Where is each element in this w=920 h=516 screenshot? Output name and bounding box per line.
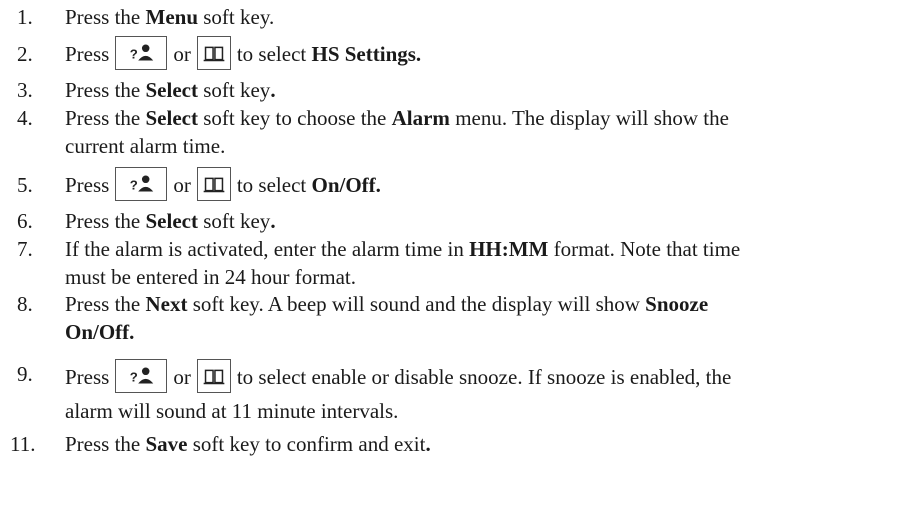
step-text: Press the Menu soft key. <box>65 5 275 29</box>
svg-text:?: ? <box>130 370 138 385</box>
step-text: Press? or to select HS Settings. <box>65 36 905 71</box>
step-text: Press the Save soft key to confirm and e… <box>65 432 431 456</box>
step-text: If the alarm is activated, enter the ala… <box>65 237 741 289</box>
step-number: 9. <box>17 362 33 386</box>
step-number: 7. <box>17 237 33 261</box>
svg-text:?: ? <box>130 47 138 62</box>
step-text: Press? or to select enable or disable snoo… <box>65 359 905 428</box>
step-text: Press the Select soft key. <box>65 209 276 233</box>
redial-key-icon: ? <box>115 36 168 71</box>
step-number: 11. <box>10 432 36 456</box>
phonebook-key-icon <box>196 359 231 394</box>
step-number: 6. <box>17 209 33 233</box>
step-number: 2. <box>17 42 33 66</box>
step-text: Press the Select soft key. <box>65 78 276 102</box>
redial-key-icon: ? <box>115 359 168 394</box>
step-number: 8. <box>17 292 33 316</box>
step-number: 3. <box>17 78 33 102</box>
phonebook-key-icon <box>196 36 231 71</box>
phonebook-key-icon <box>196 167 231 202</box>
step-number: 5. <box>17 173 33 197</box>
step-text: Press? or to select On/Off. <box>65 167 905 202</box>
step-text: Press the Select soft key to choose the … <box>65 106 729 158</box>
svg-text:?: ? <box>130 178 138 193</box>
step-text: Press the Next soft key. A beep will sou… <box>65 292 709 344</box>
step-number: 1. <box>17 5 33 29</box>
redial-key-icon: ? <box>115 167 168 202</box>
step-number: 4. <box>17 106 33 130</box>
